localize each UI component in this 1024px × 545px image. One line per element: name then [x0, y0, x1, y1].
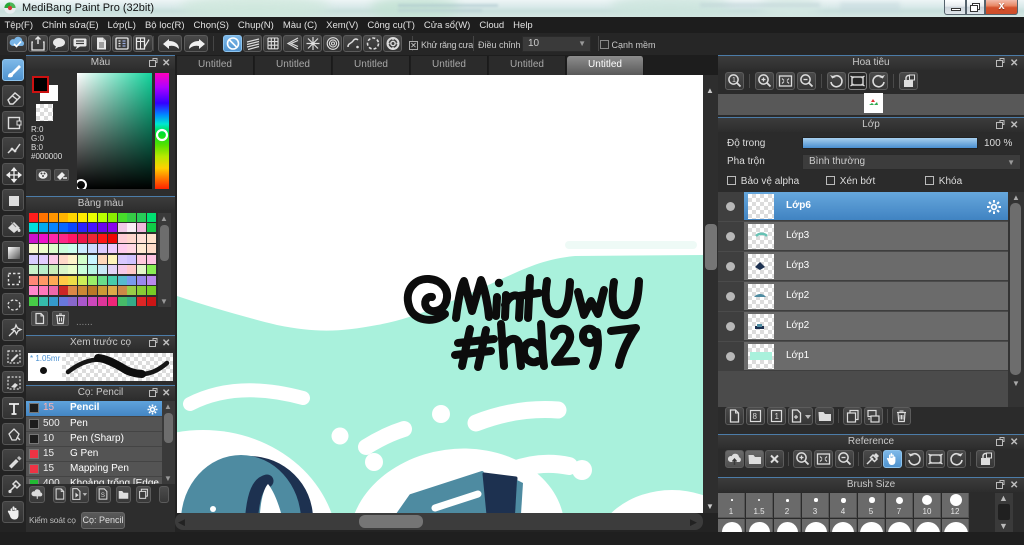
svg-text:S: S	[101, 493, 105, 499]
svg-text:1: 1	[732, 77, 736, 84]
svg-text:1: 1	[775, 412, 780, 421]
svg-text:8: 8	[753, 412, 758, 421]
